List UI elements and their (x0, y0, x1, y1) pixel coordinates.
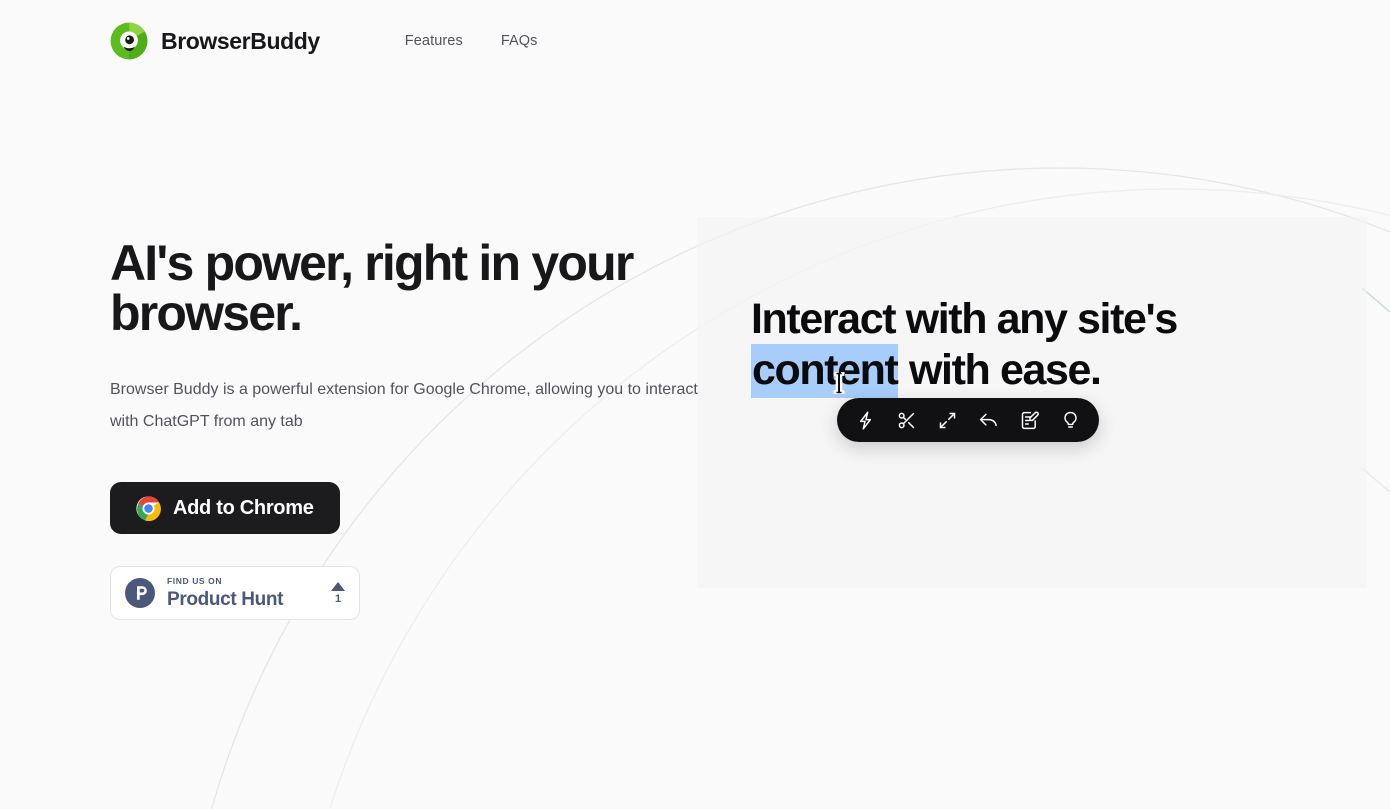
expand-arrows-icon (939, 412, 956, 428)
page-title: AI's power, right in your browser. (110, 235, 634, 341)
browserbuddy-logo-icon (110, 22, 148, 60)
rewrite-button[interactable] (1009, 398, 1050, 442)
lightbulb-icon (1064, 411, 1077, 428)
edit-note-icon (1021, 410, 1039, 429)
scissors-icon (898, 412, 915, 428)
product-hunt-badge[interactable]: FIND US ON Product Hunt 1 (110, 566, 360, 620)
shorten-button[interactable] (886, 398, 927, 442)
hero-section: AI's power, right in your browser. Brows… (110, 238, 710, 620)
lightning-bolt-icon (859, 410, 872, 430)
caret-up-icon (331, 581, 345, 591)
nav-link-faqs[interactable]: FAQs (501, 33, 538, 49)
brand-logo-link[interactable]: BrowserBuddy (110, 22, 320, 60)
add-to-chrome-label: Add to Chrome (173, 496, 314, 519)
expand-button[interactable] (927, 398, 968, 442)
demo-headline-line2: content with ease. (751, 344, 1311, 398)
product-hunt-title: Product Hunt (167, 588, 284, 610)
reply-arrow-icon (979, 413, 997, 426)
site-header: BrowserBuddy Features FAQs (0, 0, 1390, 82)
selected-text[interactable]: content (751, 344, 899, 398)
demo-headline-line1: Interact with any site's (751, 295, 1178, 343)
demo-preview: Interact with any site's content with ea… (751, 294, 1311, 398)
main-nav: Features FAQs (405, 33, 538, 49)
product-hunt-count: 1 (334, 592, 342, 605)
product-hunt-text: FIND US ON Product Hunt (167, 577, 325, 609)
quick-action-button[interactable] (845, 398, 886, 442)
product-hunt-kicker: FIND US ON (167, 576, 223, 587)
add-to-chrome-button[interactable]: Add to Chrome (110, 482, 340, 534)
reply-button[interactable] (968, 398, 1009, 442)
chrome-icon (136, 495, 161, 521)
product-hunt-upvote[interactable]: 1 (331, 581, 345, 605)
product-hunt-icon (125, 578, 155, 608)
nav-link-features[interactable]: Features (405, 33, 463, 49)
demo-headline-line2-rest: with ease. (898, 346, 1102, 394)
hero-subtitle: Browser Buddy is a powerful extension fo… (110, 381, 698, 430)
brand-name: BrowserBuddy (161, 27, 320, 54)
explain-button[interactable] (1050, 398, 1091, 442)
ai-floating-toolbar (837, 398, 1099, 442)
